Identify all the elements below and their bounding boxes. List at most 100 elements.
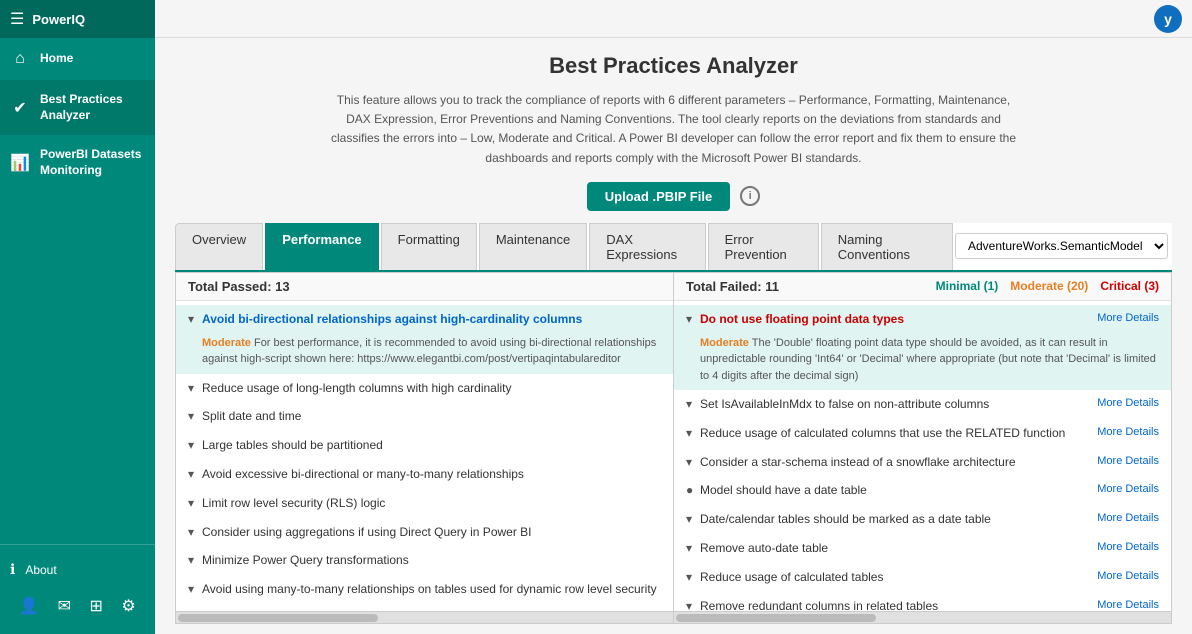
list-item[interactable]: ▾ Avoid using many-to-many relationships… xyxy=(176,575,673,604)
sidebar-best-practices-label: Best Practices Analyzer xyxy=(40,92,145,123)
main-content: y Best Practices Analyzer This feature a… xyxy=(155,0,1192,634)
list-item[interactable]: ▾ Minimize Power Query transformations xyxy=(176,546,673,575)
list-item-text: Avoid using many-to-many relationships o… xyxy=(202,581,661,598)
list-item-text: Consider a star-schema instead of a snow… xyxy=(700,454,1089,471)
list-item[interactable]: ▾ Unpivot pivoted (month) data xyxy=(176,604,673,611)
expand-arrow: ▾ xyxy=(188,380,198,397)
left-panel-scrollbar[interactable] xyxy=(176,611,673,623)
list-item-text: Consider using aggregations if using Dir… xyxy=(202,524,661,541)
left-panel-body[interactable]: ▾ Avoid bi-directional relationships aga… xyxy=(176,301,673,611)
scrollbar-thumb xyxy=(178,614,378,622)
right-panel-scrollbar[interactable] xyxy=(674,611,1171,623)
sidebar-item-home[interactable]: ⌂ Home xyxy=(0,38,155,80)
top-bar: y xyxy=(155,0,1192,38)
left-panel: Total Passed: 13 ▾ Avoid bi-directional … xyxy=(176,273,674,623)
model-select[interactable]: AdventureWorks.SemanticModel xyxy=(955,233,1168,259)
email-icon[interactable]: ✉ xyxy=(54,592,75,620)
more-details-link[interactable]: More Details xyxy=(1097,569,1159,584)
severity-label: Moderate xyxy=(202,337,251,349)
expand-arrow: ● xyxy=(686,482,696,499)
checkmark-icon: ✔ xyxy=(10,98,30,118)
list-item[interactable]: ▾ Remove redundant columns in related ta… xyxy=(674,592,1171,611)
more-details-link[interactable]: More Details xyxy=(1097,311,1159,326)
tab-maintenance[interactable]: Maintenance xyxy=(479,223,587,270)
list-item[interactable]: ▾ Do not use floating point data types M… xyxy=(674,305,1171,390)
list-item[interactable]: ▾ Consider a star-schema instead of a sn… xyxy=(674,448,1171,477)
list-item[interactable]: ▾ Reduce usage of long-length columns wi… xyxy=(176,374,673,403)
list-item[interactable]: ▾ Split date and time xyxy=(176,402,673,431)
expanded-content: Moderate For best performance, it is rec… xyxy=(188,335,661,368)
expanded-description: For best performance, it is recommended … xyxy=(202,337,656,366)
user-icon[interactable]: 👤 xyxy=(15,592,43,620)
list-item-text: Remove redundant columns in related tabl… xyxy=(700,598,1089,611)
list-item-text: Minimize Power Query transformations xyxy=(202,552,661,569)
list-item[interactable]: ▾ Reduce usage of calculated tables More… xyxy=(674,563,1171,592)
sidebar-home-label: Home xyxy=(40,51,73,67)
hamburger-icon[interactable]: ☰ xyxy=(10,9,24,29)
list-item[interactable]: ▾ Limit row level security (RLS) logic xyxy=(176,489,673,518)
content-area: Best Practices Analyzer This feature all… xyxy=(155,38,1192,634)
expand-arrow: ▾ xyxy=(188,311,198,328)
list-item[interactable]: ● Model should have a date table More De… xyxy=(674,476,1171,505)
list-item-text: Limit row level security (RLS) logic xyxy=(202,495,661,512)
expand-arrow: ▾ xyxy=(686,396,696,413)
right-panel-body[interactable]: ▾ Do not use floating point data types M… xyxy=(674,301,1171,611)
expand-arrow: ▾ xyxy=(188,466,198,483)
page-title: Best Practices Analyzer xyxy=(175,53,1172,79)
list-item[interactable]: ▾ Remove auto-date table More Details xyxy=(674,534,1171,563)
expand-arrow: ▾ xyxy=(686,511,696,528)
upload-button[interactable]: Upload .PBIP File xyxy=(587,182,730,211)
list-item-text: Large tables should be partitioned xyxy=(202,437,661,454)
more-details-link[interactable]: More Details xyxy=(1097,598,1159,611)
more-details-link[interactable]: More Details xyxy=(1097,482,1159,497)
panels: Total Passed: 13 ▾ Avoid bi-directional … xyxy=(175,272,1172,624)
status-badges: Minimal (1) Moderate (20) Critical (3) xyxy=(936,279,1159,293)
tabs-row: Overview Performance Formatting Maintena… xyxy=(175,223,1172,272)
tab-error-prevention[interactable]: Error Prevention xyxy=(708,223,819,270)
home-icon: ⌂ xyxy=(10,50,30,68)
more-details-link[interactable]: More Details xyxy=(1097,396,1159,411)
list-item[interactable]: ▾ Set IsAvailableInMdx to false on non-a… xyxy=(674,390,1171,419)
expand-arrow: ▾ xyxy=(686,598,696,611)
sidebar-bottom-icons: 👤 ✉ ⊞ ⚙ xyxy=(0,586,155,626)
list-item-text: Avoid excessive bi-directional or many-t… xyxy=(202,466,661,483)
severity-label: Moderate xyxy=(700,337,749,349)
sidebar-nav: ⌂ Home ✔ Best Practices Analyzer 📊 Power… xyxy=(0,38,155,544)
list-item-text: Reduce usage of long-length columns with… xyxy=(202,380,661,397)
expand-arrow: ▾ xyxy=(188,581,198,598)
more-details-link[interactable]: More Details xyxy=(1097,511,1159,526)
expand-arrow: ▾ xyxy=(686,540,696,557)
list-item[interactable]: ▾ Reduce usage of calculated columns tha… xyxy=(674,419,1171,448)
sidebar-powerbi-label: PowerBI Datasets Monitoring xyxy=(40,147,145,178)
tab-formatting[interactable]: Formatting xyxy=(381,223,477,270)
tab-naming-conventions[interactable]: Naming Conventions xyxy=(821,223,953,270)
right-panel-header: Total Failed: 11 Minimal (1) Moderate (2… xyxy=(674,273,1171,301)
sidebar-about[interactable]: ℹ About xyxy=(0,553,155,586)
expanded-description: The 'Double' floating point data type sh… xyxy=(700,337,1156,382)
list-item[interactable]: ▾ Date/calendar tables should be marked … xyxy=(674,505,1171,534)
expand-arrow: ▾ xyxy=(188,437,198,454)
tab-overview[interactable]: Overview xyxy=(175,223,263,270)
info-icon[interactable]: i xyxy=(740,186,760,206)
list-item[interactable]: ▾ Avoid excessive bi-directional or many… xyxy=(176,460,673,489)
more-details-link[interactable]: More Details xyxy=(1097,540,1159,555)
more-details-link[interactable]: More Details xyxy=(1097,425,1159,440)
more-details-link[interactable]: More Details xyxy=(1097,454,1159,469)
list-item[interactable]: ▾ Avoid bi-directional relationships aga… xyxy=(176,305,673,374)
tab-dax-expressions[interactable]: DAX Expressions xyxy=(589,223,705,270)
action-bar: Upload .PBIP File i xyxy=(175,182,1172,211)
tab-performance[interactable]: Performance xyxy=(265,223,378,270)
app-name: PowerIQ xyxy=(32,12,85,27)
model-dropdown: AdventureWorks.SemanticModel xyxy=(955,223,1168,270)
sidebar-item-best-practices[interactable]: ✔ Best Practices Analyzer xyxy=(0,80,155,135)
sidebar-item-powerbi-datasets[interactable]: 📊 PowerBI Datasets Monitoring xyxy=(0,135,155,190)
list-item[interactable]: ▾ Consider using aggregations if using D… xyxy=(176,518,673,547)
expand-arrow: ▾ xyxy=(686,311,696,328)
badge-critical: Critical (3) xyxy=(1100,279,1159,293)
sidebar: ☰ PowerIQ ⌂ Home ✔ Best Practices Analyz… xyxy=(0,0,155,634)
grid-icon[interactable]: ⊞ xyxy=(86,592,107,620)
list-item-text: Set IsAvailableInMdx to false on non-att… xyxy=(700,396,1089,413)
yammer-icon[interactable]: y xyxy=(1154,5,1182,33)
settings-icon[interactable]: ⚙ xyxy=(117,592,139,620)
list-item[interactable]: ▾ Large tables should be partitioned xyxy=(176,431,673,460)
